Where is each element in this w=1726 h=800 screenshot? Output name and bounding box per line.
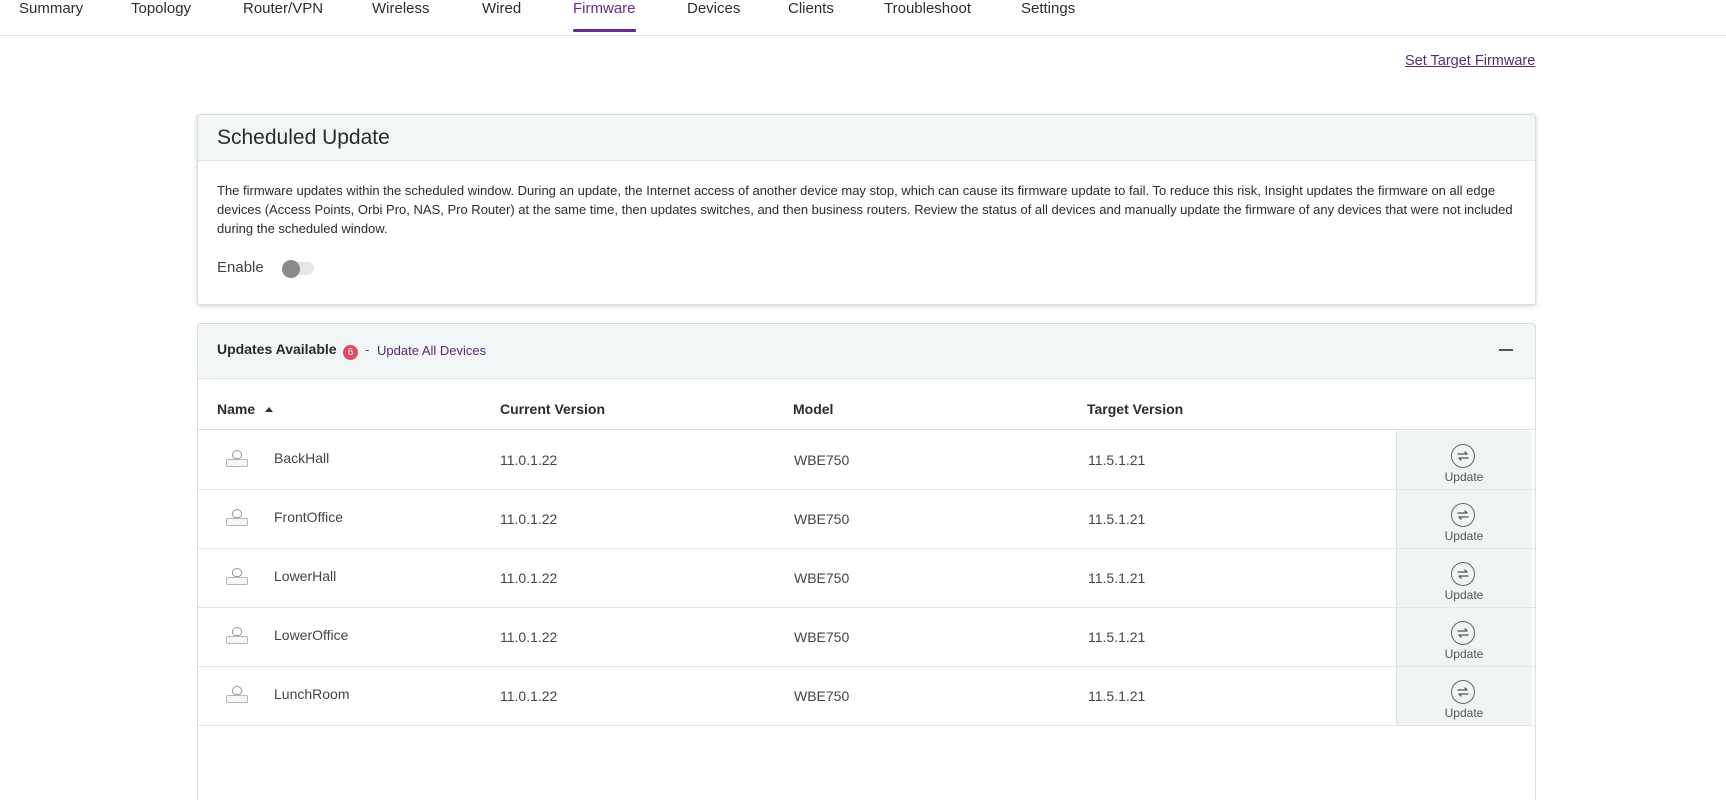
table-row: BackHall 11.0.1.22 WBE750 11.5.1.21 Upda… [198,431,1535,490]
model: WBE750 [794,570,850,586]
target-version: 11.5.1.21 [1088,629,1146,645]
column-header-current-version: Current Version [500,401,606,417]
target-version: 11.5.1.21 [1088,452,1146,468]
table-row: LowerOffice 11.0.1.22 WBE750 11.5.1.21 U… [198,608,1535,667]
updates-count-badge: 6 [343,345,358,360]
separator: - [365,342,370,357]
scheduled-update-header: Scheduled Update [198,115,1535,161]
tab-wireless[interactable]: Wireless [372,0,430,34]
update-button-label: Update [1444,588,1484,602]
update-button-label: Update [1444,706,1484,720]
table-row: LowerHall 11.0.1.22 WBE750 11.5.1.21 Upd… [198,549,1535,608]
top-nav: Summary Topology Router/VPN Wireless Wir… [0,0,1726,36]
device-name: LunchRoom [274,686,350,702]
model: WBE750 [794,511,850,527]
update-button[interactable]: Update [1396,667,1532,725]
update-button[interactable]: Update [1396,608,1532,666]
table-row: LunchRoom 11.0.1.22 WBE750 11.5.1.21 Upd… [198,667,1535,726]
sync-arrows-icon [1451,562,1475,586]
tab-firmware[interactable]: Firmware [573,0,636,34]
update-button-label: Update [1444,470,1484,484]
column-header-target-version: Target Version [1087,401,1184,417]
scheduled-update-card: Scheduled Update The firmware updates wi… [197,114,1536,305]
toggle-knob [282,260,300,278]
sync-arrows-icon [1451,621,1475,645]
sort-ascending-icon[interactable] [265,407,273,412]
enable-toggle[interactable] [282,260,314,278]
updates-available-header: Updates Available 6 - Update All Devices [198,324,1535,379]
scheduled-update-title: Scheduled Update [217,126,390,149]
update-button[interactable]: Update [1396,431,1532,489]
model: WBE750 [794,452,850,468]
sync-arrows-icon [1451,680,1475,704]
column-header-name[interactable]: Name [217,401,255,417]
update-button[interactable]: Update [1396,549,1532,607]
update-button-label: Update [1444,647,1484,661]
sync-arrows-icon [1451,444,1475,468]
device-name: BackHall [274,450,330,466]
access-point-icon [226,450,248,468]
collapse-icon[interactable] [1496,340,1516,360]
sync-arrows-icon [1451,503,1475,527]
current-version: 11.0.1.22 [500,629,558,645]
enable-label: Enable [217,259,264,276]
update-button-label: Update [1444,529,1484,543]
current-version: 11.0.1.22 [500,511,558,527]
set-target-firmware-link[interactable]: Set Target Firmware [1405,53,1535,69]
tab-summary[interactable]: Summary [19,0,83,34]
tab-router-vpn[interactable]: Router/VPN [243,0,323,34]
model: WBE750 [794,629,850,645]
tab-devices[interactable]: Devices [687,0,740,34]
tab-settings[interactable]: Settings [1021,0,1075,34]
access-point-icon [226,686,248,704]
access-point-icon [226,627,248,645]
table-header: Name Current Version Model Target Versio… [198,379,1535,430]
device-name: LowerOffice [274,627,349,643]
model: WBE750 [794,688,850,704]
current-version: 11.0.1.22 [500,452,558,468]
scheduled-update-description: The firmware updates within the schedule… [217,183,1513,236]
column-header-model: Model [793,401,834,417]
update-all-devices-link[interactable]: Update All Devices [377,343,486,358]
target-version: 11.5.1.21 [1088,570,1146,586]
target-version: 11.5.1.21 [1088,688,1146,704]
updates-available-card: Updates Available 6 - Update All Devices… [197,323,1536,800]
tab-clients[interactable]: Clients [788,0,834,34]
access-point-icon [226,568,248,586]
device-name: LowerHall [274,568,337,584]
access-point-icon [226,509,248,527]
table-row: FrontOffice 11.0.1.22 WBE750 11.5.1.21 U… [198,490,1535,549]
update-button[interactable]: Update [1396,490,1532,548]
current-version: 11.0.1.22 [500,688,558,704]
tab-troubleshoot[interactable]: Troubleshoot [884,0,971,34]
device-name: FrontOffice [274,509,343,525]
tab-topology[interactable]: Topology [131,0,191,34]
target-version: 11.5.1.21 [1088,511,1146,527]
updates-available-title: Updates Available [217,341,337,357]
tab-wired[interactable]: Wired [482,0,521,34]
current-version: 11.0.1.22 [500,570,558,586]
